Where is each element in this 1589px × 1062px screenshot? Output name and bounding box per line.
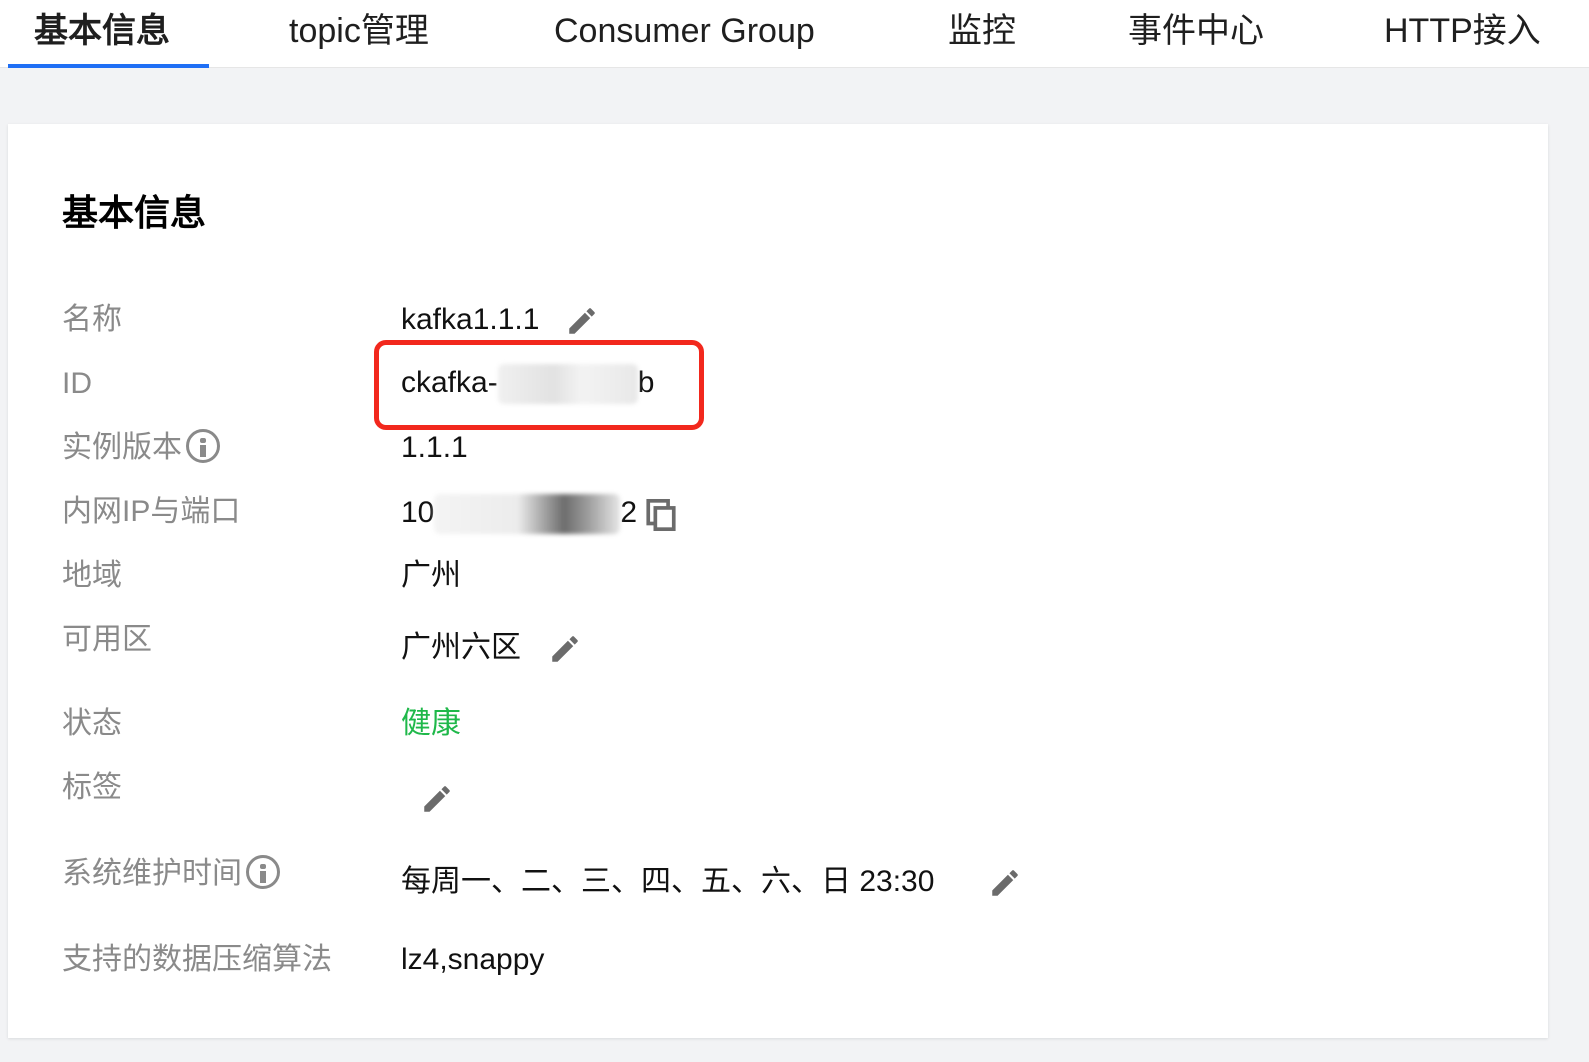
edit-name-pencil-icon[interactable]	[565, 304, 599, 338]
tab-event-center[interactable]: 事件中心	[1128, 0, 1264, 68]
tab-http-access[interactable]: HTTP接入	[1384, 0, 1541, 68]
zone-value: 广州六区	[401, 631, 521, 664]
card-title: 基本信息	[62, 192, 207, 233]
id-highlight-box	[374, 340, 704, 430]
active-tab-indicator	[8, 64, 209, 68]
copy-ip-icon[interactable]	[644, 498, 678, 532]
maintenance-label: 系统维护时间	[62, 855, 280, 892]
version-info-icon[interactable]	[186, 429, 220, 464]
zone-label: 可用区	[62, 623, 152, 656]
ip-suffix: 2	[620, 495, 638, 529]
tab-bar: 基本信息 topic管理 Consumer Group 监控 事件中心 HTTP…	[0, 0, 1589, 68]
version-label-text: 实例版本	[62, 431, 182, 464]
status-label: 状态	[62, 707, 122, 740]
edit-maintenance-pencil-icon[interactable]	[988, 866, 1022, 900]
edit-tags-pencil-icon[interactable]	[420, 782, 454, 816]
region-label: 地域	[62, 559, 122, 592]
id-label: ID	[62, 367, 92, 400]
tab-consumer-group[interactable]: Consumer Group	[554, 0, 815, 68]
ip-port-value: 10 2	[401, 494, 637, 534]
tab-basic-info[interactable]: 基本信息	[34, 0, 170, 68]
region-value: 广州	[401, 559, 461, 592]
tags-label: 标签	[62, 771, 122, 804]
edit-zone-pencil-icon[interactable]	[548, 632, 582, 666]
ip-prefix: 10	[401, 495, 435, 529]
maintenance-info-icon[interactable]	[246, 855, 280, 890]
tab-topic-management[interactable]: topic管理	[289, 0, 429, 68]
maintenance-label-text: 系统维护时间	[62, 857, 242, 890]
tab-monitoring[interactable]: 监控	[948, 0, 1016, 68]
status-value: 健康	[401, 707, 461, 740]
version-label: 实例版本	[62, 429, 220, 466]
name-value: kafka1.1.1	[401, 303, 540, 336]
name-label: 名称	[62, 303, 122, 336]
version-value: 1.1.1	[401, 431, 468, 464]
basic-info-card: 基本信息 名称 kafka1.1.1 ID ckafka-b 实例版本 1.1.…	[8, 124, 1548, 1038]
redacted-ip-blur	[434, 494, 621, 534]
ip-port-label: 内网IP与端口	[62, 495, 241, 528]
compression-label: 支持的数据压缩算法	[62, 943, 332, 976]
maintenance-value: 每周一、二、三、四、五、六、日 23:30	[401, 865, 935, 898]
compression-value: lz4,snappy	[401, 943, 545, 976]
